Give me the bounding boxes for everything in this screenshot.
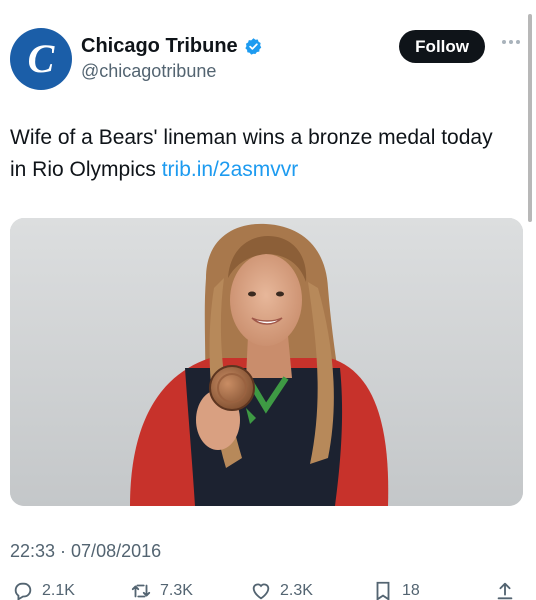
retweet-count: 7.3K xyxy=(160,582,193,599)
verified-badge-icon xyxy=(245,38,261,55)
reply-count: 2.1K xyxy=(42,582,75,599)
tweet-timestamp[interactable]: 22:33 · 07/08/2016 xyxy=(10,541,161,562)
share-button[interactable] xyxy=(494,580,516,600)
bookmark-count: 18 xyxy=(402,582,420,599)
bookmark-button[interactable]: 18 xyxy=(372,580,420,600)
retweet-icon xyxy=(131,584,151,598)
avatar[interactable]: C xyxy=(10,28,72,90)
reply-icon xyxy=(14,582,32,600)
display-name-row: Chicago Tribune xyxy=(81,35,263,58)
bookmark-icon xyxy=(376,581,390,600)
display-name[interactable]: Chicago Tribune xyxy=(81,35,238,58)
heart-icon xyxy=(252,583,270,600)
like-button[interactable]: 2.3K xyxy=(250,580,313,600)
handle[interactable]: @chicagotribune xyxy=(81,61,263,82)
action-bar: 2.1K 7.3K 2.3K 18 xyxy=(10,580,522,600)
photo-athlete-with-bronze-medal xyxy=(10,218,523,506)
tweet-header: C Chicago Tribune @chicagotribune Follow xyxy=(10,28,520,92)
follow-button[interactable]: Follow xyxy=(399,30,485,63)
more-options-icon[interactable] xyxy=(502,40,520,44)
like-count: 2.3K xyxy=(280,582,313,599)
tweet-link[interactable]: trib.in/2asmvvr xyxy=(162,158,299,181)
tweet-photo[interactable] xyxy=(10,218,523,506)
avatar-logo-letter: C xyxy=(27,36,55,81)
reply-button[interactable]: 2.1K xyxy=(12,580,75,600)
author-names: Chicago Tribune @chicagotribune xyxy=(81,35,263,82)
scrollbar[interactable] xyxy=(528,14,532,222)
share-icon xyxy=(497,582,513,600)
tweet-text: Wife of a Bears' lineman wins a bronze m… xyxy=(10,122,510,186)
retweet-button[interactable]: 7.3K xyxy=(130,580,193,600)
